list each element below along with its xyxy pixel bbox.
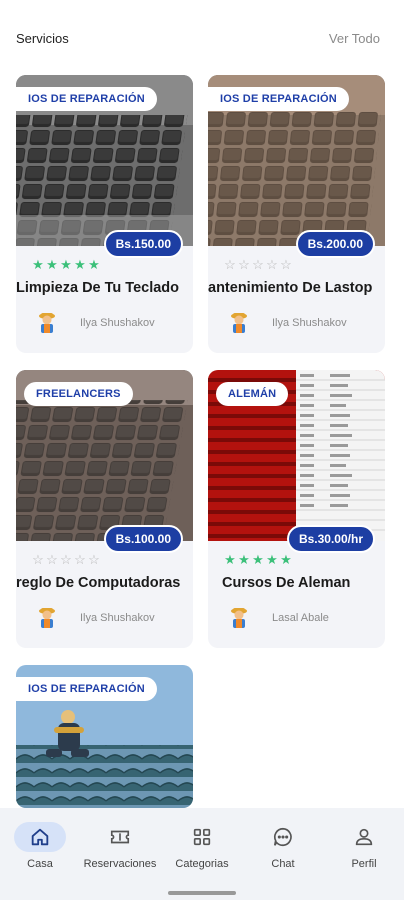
category-badge: IOS DE REPARACIÓN <box>16 87 157 111</box>
author: Ilya Shushakov <box>228 311 347 335</box>
service-name: Limpieza De Tu Teclado <box>16 280 180 296</box>
nav-label: Chat <box>271 858 295 870</box>
star-icon: ☆ <box>238 257 250 272</box>
avatar <box>39 608 55 628</box>
service-card[interactable]: IOS DE REPARACIÓN Bs.200.00 ☆ ☆ ☆ ☆ ☆ an… <box>208 75 385 353</box>
bottom-navigation: Casa Reservaciones Categorias Chat Perfi… <box>0 808 404 900</box>
service-card[interactable]: IOS DE REPARACIÓN <box>16 665 193 808</box>
star-icon: ★ <box>46 257 58 272</box>
nav-label: Categorias <box>175 858 229 870</box>
star-icon: ☆ <box>74 552 86 567</box>
rating-stars: ★ ★ ★ ★ ★ <box>32 258 100 271</box>
author-name: Ilya Shushakov <box>272 317 347 329</box>
star-icon: ★ <box>238 552 250 567</box>
star-icon: ☆ <box>32 552 44 567</box>
star-icon: ☆ <box>88 552 100 567</box>
category-badge: IOS DE REPARACIÓN <box>16 677 157 701</box>
price-badge: Bs.100.00 <box>103 525 183 553</box>
nav-item-chat[interactable]: Chat <box>243 822 323 870</box>
star-icon: ☆ <box>60 552 72 567</box>
category-badge: IOS DE REPARACIÓN <box>208 87 349 111</box>
author: Lasal Abale <box>228 606 329 630</box>
star-icon: ☆ <box>252 257 264 272</box>
star-icon: ★ <box>224 552 236 567</box>
nav-item-perfil[interactable]: Perfil <box>324 822 404 870</box>
section-header: Servicios Ver Todo <box>16 28 380 48</box>
nav-label: Perfil <box>351 858 377 870</box>
price-badge: Bs.200.00 <box>295 230 375 258</box>
nav-item-casa[interactable]: Casa <box>0 822 80 870</box>
avatar <box>231 313 247 333</box>
chat-icon <box>257 822 309 852</box>
price-badge: Bs.150.00 <box>103 230 183 258</box>
home-icon <box>14 822 66 852</box>
author: Ilya Shushakov <box>36 311 155 335</box>
service-name: reglo De Computadoras <box>16 575 181 591</box>
star-icon: ★ <box>266 552 278 567</box>
star-icon: ★ <box>74 257 86 272</box>
nav-item-reservaciones[interactable]: Reservaciones <box>80 822 160 870</box>
gesture-handle[interactable] <box>168 891 236 895</box>
author-name: Ilya Shushakov <box>80 612 155 624</box>
star-icon: ☆ <box>46 552 58 567</box>
star-icon: ★ <box>280 552 292 567</box>
category-badge: ALEMÁN <box>216 382 289 406</box>
star-icon: ★ <box>60 257 72 272</box>
service-card[interactable]: ALEMÁN Bs.30.00/hr ★ ★ ★ ★ ★ Cursos De A… <box>208 370 385 648</box>
category-badge: FREELANCERS <box>24 382 133 406</box>
see-all-link[interactable]: Ver Todo <box>329 31 380 46</box>
service-card[interactable]: FREELANCERS Bs.100.00 ☆ ☆ ☆ ☆ ☆ reglo De… <box>16 370 193 648</box>
star-icon: ★ <box>88 257 100 272</box>
author-name: Lasal Abale <box>272 612 329 624</box>
avatar <box>39 313 55 333</box>
author: Ilya Shushakov <box>36 606 155 630</box>
nav-label: Casa <box>27 858 53 870</box>
nav-item-categorias[interactable]: Categorias <box>162 822 242 870</box>
rating-stars: ★ ★ ★ ★ ★ <box>224 553 292 566</box>
service-name: Cursos De Aleman <box>222 575 351 591</box>
rating-stars: ☆ ☆ ☆ ☆ ☆ <box>224 258 292 271</box>
star-icon: ★ <box>252 552 264 567</box>
service-card[interactable]: IOS DE REPARACIÓN Bs.150.00 ★ ★ ★ ★ ★ Li… <box>16 75 193 353</box>
star-icon: ☆ <box>266 257 278 272</box>
rating-stars: ☆ ☆ ☆ ☆ ☆ <box>32 553 100 566</box>
star-icon: ☆ <box>280 257 292 272</box>
user-icon <box>338 822 390 852</box>
price-badge: Bs.30.00/hr <box>286 525 375 553</box>
grid-icon <box>176 822 228 852</box>
nav-label: Reservaciones <box>83 858 157 870</box>
ticket-icon <box>94 822 146 852</box>
author-name: Ilya Shushakov <box>80 317 155 329</box>
star-icon: ★ <box>32 257 44 272</box>
section-title: Servicios <box>16 30 69 46</box>
service-name: antenimiento De Lastop <box>208 280 373 296</box>
star-icon: ☆ <box>224 257 236 272</box>
avatar <box>231 608 247 628</box>
